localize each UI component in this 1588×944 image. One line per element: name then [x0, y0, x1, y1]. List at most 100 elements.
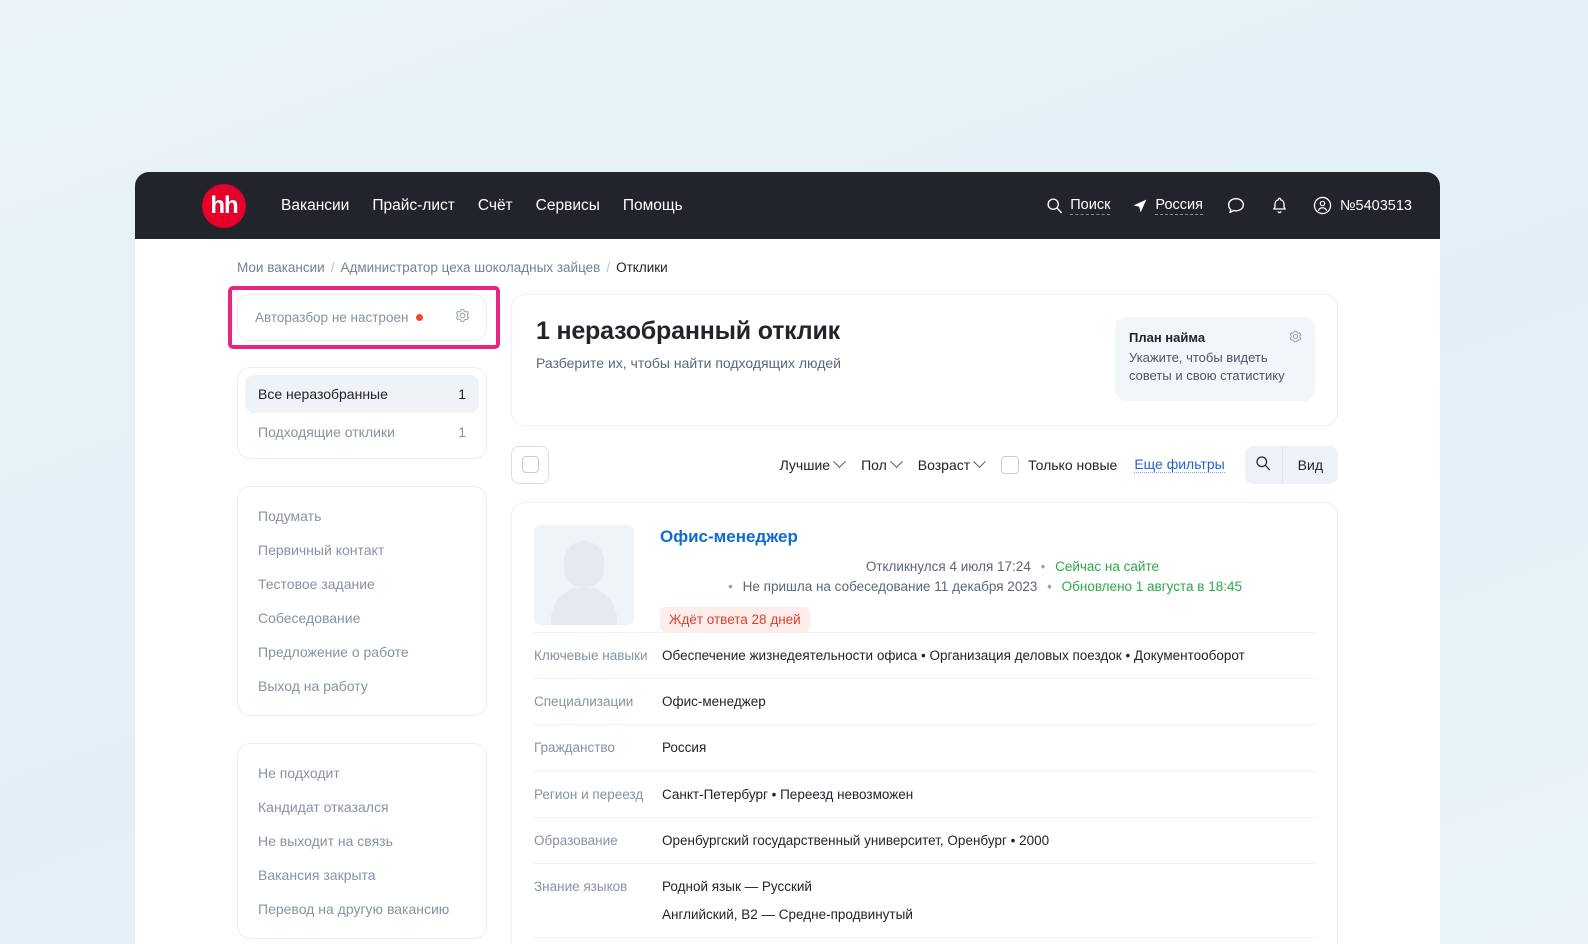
account-button[interactable]: №5403513: [1312, 195, 1412, 216]
avatar-body-shape: [551, 586, 617, 625]
nav-link-services[interactable]: Сервисы: [536, 197, 600, 215]
region-selector[interactable]: Россия: [1132, 197, 1203, 215]
page-subtitle: Разберите их, чтобы найти подходящих люд…: [536, 355, 841, 371]
status-badge: Ждёт ответа 28 дней: [660, 606, 810, 632]
nav-link-pricelist[interactable]: Прайс-лист: [372, 197, 455, 215]
detail-row-languages: Знание языков Родной язык — Русский Англ…: [534, 863, 1315, 937]
nav-link-help[interactable]: Помощь: [623, 197, 683, 215]
view-button[interactable]: Вид: [1282, 445, 1338, 484]
hh-logo[interactable]: hh: [202, 183, 246, 228]
detail-row: Образование Оренбургский государственный…: [534, 816, 1315, 863]
breadcrumb-item-responses: Отклики: [616, 260, 668, 275]
sidebar-item-job-offer[interactable]: Предложение о работе: [245, 635, 479, 669]
breadcrumb-separator: /: [330, 260, 335, 275]
sidebar-item-all-unsorted[interactable]: Все неразобранные 1: [245, 375, 479, 413]
sidebar-item-first-contact[interactable]: Первичный контакт: [245, 533, 479, 567]
main-nav: Вакансии Прайс-лист Счёт Сервисы Помощь: [281, 197, 683, 215]
page-body: Авторазбор не настроен Все неразобранные…: [135, 275, 1440, 944]
gear-icon[interactable]: [1288, 329, 1303, 349]
detail-label: Знание языков: [534, 879, 628, 894]
chevron-down-icon: [973, 455, 987, 469]
only-new-checkbox[interactable]: [1001, 455, 1020, 474]
sidebar-item-count: 1: [458, 424, 466, 440]
interview-note: Не пришла на собеседование 11 декабря 20…: [742, 578, 1038, 594]
sidebar-item-candidate-declined[interactable]: Кандидат отказался: [245, 790, 479, 824]
nav-link-vacancies[interactable]: Вакансии: [281, 197, 349, 215]
only-new-label: Только новые: [1028, 456, 1118, 473]
search-icon: [1255, 455, 1271, 474]
detail-label: Ключевые навыки: [534, 647, 648, 663]
sidebar-item-label: Подходящие отклики: [258, 424, 395, 440]
language-line: Родной язык — Русский: [662, 879, 812, 894]
sort-label: Лучшие: [779, 456, 831, 473]
breadcrumb-item-my-vacancies[interactable]: Мои вакансии: [237, 260, 325, 275]
breadcrumb: Мои вакансии / Администратор цеха шокола…: [135, 239, 1440, 275]
online-status: Сейчас на сайте: [1055, 558, 1159, 574]
meta-separator: •: [1047, 578, 1052, 594]
detail-label: Регион и переезд: [534, 786, 644, 802]
only-new-filter[interactable]: Только новые: [1001, 455, 1118, 474]
search-label: Поиск: [1070, 196, 1111, 215]
detail-row: Гражданство Россия: [534, 724, 1315, 770]
page-title: 1 неразобранный отклик: [536, 317, 840, 345]
candidate-title-link[interactable]: Офис-менеджер: [660, 527, 1315, 547]
sidebar-item-think[interactable]: Подумать: [245, 499, 479, 533]
detail-value: Оренбургский государственный университет…: [662, 832, 1050, 848]
headline-text: 1 неразобранный отклик Разберите их, что…: [536, 317, 1115, 371]
detail-label: Гражданство: [534, 740, 615, 756]
sort-dropdown[interactable]: Лучшие: [779, 455, 846, 473]
account-number: №5403513: [1339, 197, 1412, 214]
meta-separator: •: [728, 578, 733, 594]
detail-label: Образование: [534, 832, 618, 848]
detail-value: Родной язык — Русский Английский, B2 — С…: [662, 878, 913, 924]
applied-text: Откликнулся 4 июля 17:24: [865, 558, 1031, 574]
autoparse-setting-box[interactable]: Авторазбор не настроен: [237, 294, 487, 341]
bell-icon[interactable]: [1269, 195, 1290, 217]
rejection-reason-menu: Не подходит Кандидат отказался Не выходи…: [237, 743, 487, 939]
chevron-down-icon: [833, 455, 846, 469]
updated-text: Обновлено 1 августа в 18:45: [1061, 578, 1242, 594]
responses-toolbar: Лучшие Пол Возраст Только новые Еще филь…: [511, 445, 1338, 484]
candidate-meta-applied: Откликнулся 4 июля 17:24 • Сейчас на сай…: [660, 559, 1315, 574]
search-button[interactable]: Поиск: [1046, 196, 1111, 215]
chevron-down-icon: [889, 455, 903, 469]
language-line: Английский, B2 — Средне-продвинутый: [662, 907, 913, 923]
sidebar-item-test-task[interactable]: Тестовое задание: [245, 567, 479, 601]
chat-bubble-icon[interactable]: [1225, 195, 1247, 217]
sidebar-item-not-suitable[interactable]: Не подходит: [245, 756, 479, 790]
sidebar-item-start-work[interactable]: Выход на работу: [245, 669, 479, 703]
gender-label: Пол: [861, 456, 887, 473]
hiring-plan-card[interactable]: План найма Укажите, чтобы видеть советы …: [1115, 317, 1315, 401]
hiring-plan-title: План найма: [1129, 330, 1206, 345]
gender-dropdown[interactable]: Пол: [861, 455, 903, 473]
age-label: Возраст: [917, 456, 971, 473]
sidebar-item-vacancy-closed[interactable]: Вакансия закрыта: [245, 858, 479, 892]
hiring-stage-menu: Подумать Первичный контакт Тестовое зада…: [237, 486, 487, 716]
detail-value: Россия: [662, 740, 707, 756]
more-filters-link[interactable]: Еще фильтры: [1134, 456, 1225, 474]
toolbar-buttons: Вид: [1244, 445, 1338, 484]
nav-utilities: Поиск Россия №5403513: [1046, 195, 1412, 217]
breadcrumb-item-vacancy[interactable]: Администратор цеха шоколадных зайцев: [341, 260, 601, 275]
detail-label: Специализации: [534, 694, 634, 710]
response-status-list: Все неразобранные 1 Подходящие отклики 1: [237, 367, 487, 459]
avatar: [534, 524, 634, 625]
avatar-head-shape: [564, 540, 604, 587]
detail-row: Регион и переезд Санкт-Петербург • Перее…: [534, 770, 1315, 817]
user-circle-icon: [1312, 195, 1333, 216]
age-dropdown[interactable]: Возраст: [917, 455, 987, 473]
app-window: hh Вакансии Прайс-лист Счёт Сервисы Помо…: [135, 172, 1440, 944]
candidate-info: Офис-менеджер Откликнулся 4 июля 17:24 •…: [660, 525, 1315, 632]
sidebar-item-interview[interactable]: Собеседование: [245, 601, 479, 635]
candidate-meta-history: • Не пришла на собеседование 11 декабря …: [660, 579, 1315, 594]
candidate-header: Офис-менеджер Откликнулся 4 июля 17:24 •…: [534, 524, 1315, 632]
search-button[interactable]: [1244, 445, 1283, 484]
gear-icon[interactable]: [454, 307, 471, 329]
sidebar-item-transfer[interactable]: Перевод на другую вакансию: [245, 892, 479, 926]
sidebar-item-suitable[interactable]: Подходящие отклики 1: [245, 413, 479, 451]
sidebar-item-count: 1: [458, 386, 466, 402]
sidebar-item-no-contact[interactable]: Не выходит на связь: [245, 824, 479, 858]
nav-link-account[interactable]: Счёт: [478, 197, 513, 215]
search-icon: [1046, 197, 1063, 214]
select-all-checkbox[interactable]: [511, 445, 549, 484]
